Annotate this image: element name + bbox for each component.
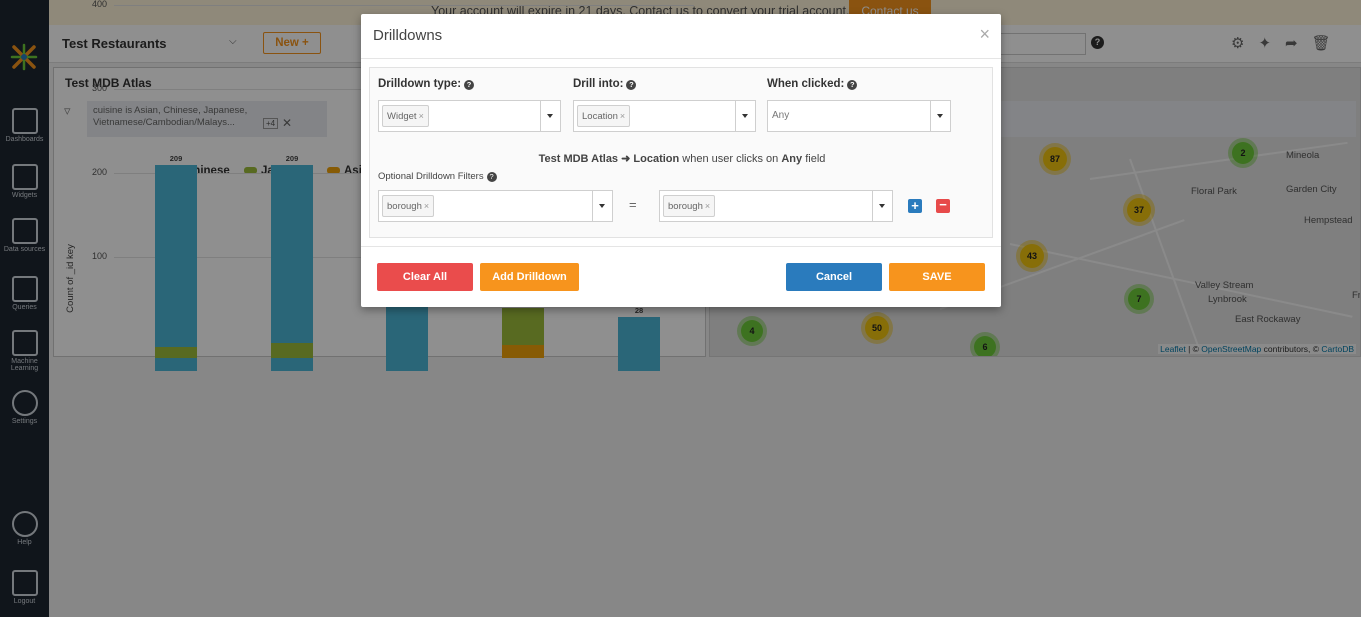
chevron-down-icon[interactable] xyxy=(872,191,892,221)
drilldown-summary: Test MDB Atlas ➜ Location when user clic… xyxy=(538,153,826,165)
save-button[interactable]: SAVE xyxy=(889,263,985,291)
remove-tag-icon[interactable]: × xyxy=(419,111,424,121)
chevron-down-icon[interactable] xyxy=(592,191,612,221)
cancel-button[interactable]: Cancel xyxy=(786,263,882,291)
chevron-down-icon[interactable] xyxy=(540,101,560,131)
remove-filter-button[interactable]: − xyxy=(936,198,950,213)
selected-tag: Widget × xyxy=(382,105,429,127)
drilldowns-dialog: Drilldowns × Drilldown type:? Drill into… xyxy=(361,14,1001,307)
filter-target-field-select[interactable]: borough × xyxy=(659,190,893,222)
when-clicked-label: When clicked:? xyxy=(767,78,858,90)
remove-tag-icon[interactable]: × xyxy=(705,201,710,211)
drilldown-type-label: Drilldown type:? xyxy=(378,78,475,90)
selected-tag: Location × xyxy=(577,105,631,127)
add-drilldown-button[interactable]: Add Drilldown xyxy=(480,263,579,291)
selected-tag: borough × xyxy=(382,195,435,217)
selected-tag: borough × xyxy=(663,195,716,217)
clear-all-button[interactable]: Clear All xyxy=(377,263,473,291)
drilldown-type-select[interactable]: Widget × xyxy=(378,100,561,132)
close-icon[interactable]: × xyxy=(979,25,990,43)
dialog-header: Drilldowns × xyxy=(361,14,1001,59)
remove-tag-icon[interactable]: × xyxy=(424,201,429,211)
optional-filters-label: Optional Drilldown Filters? xyxy=(378,171,497,182)
equals-sign: = xyxy=(629,197,637,212)
filter-source-field-select[interactable]: borough × xyxy=(378,190,613,222)
help-icon[interactable]: ? xyxy=(847,80,858,90)
dialog-footer: Clear All Add Drilldown Cancel SAVE xyxy=(361,246,1001,307)
drill-into-select[interactable]: Location × xyxy=(573,100,756,132)
arrow-right-circle-icon: ➜ xyxy=(621,153,631,165)
when-clicked-select[interactable]: Any xyxy=(767,100,951,132)
drill-into-label: Drill into:? xyxy=(573,78,637,90)
help-icon[interactable]: ? xyxy=(626,80,637,90)
remove-tag-icon[interactable]: × xyxy=(620,111,625,121)
help-icon[interactable]: ? xyxy=(464,80,475,90)
add-filter-button[interactable]: + xyxy=(908,199,922,213)
chevron-down-icon[interactable] xyxy=(930,101,950,131)
help-icon[interactable]: ? xyxy=(486,172,497,182)
selected-value: Any xyxy=(772,110,790,121)
dialog-title: Drilldowns xyxy=(373,27,443,44)
chevron-down-icon[interactable] xyxy=(735,101,755,131)
drilldown-config-panel: Drilldown type:? Drill into:? When click… xyxy=(369,67,993,238)
